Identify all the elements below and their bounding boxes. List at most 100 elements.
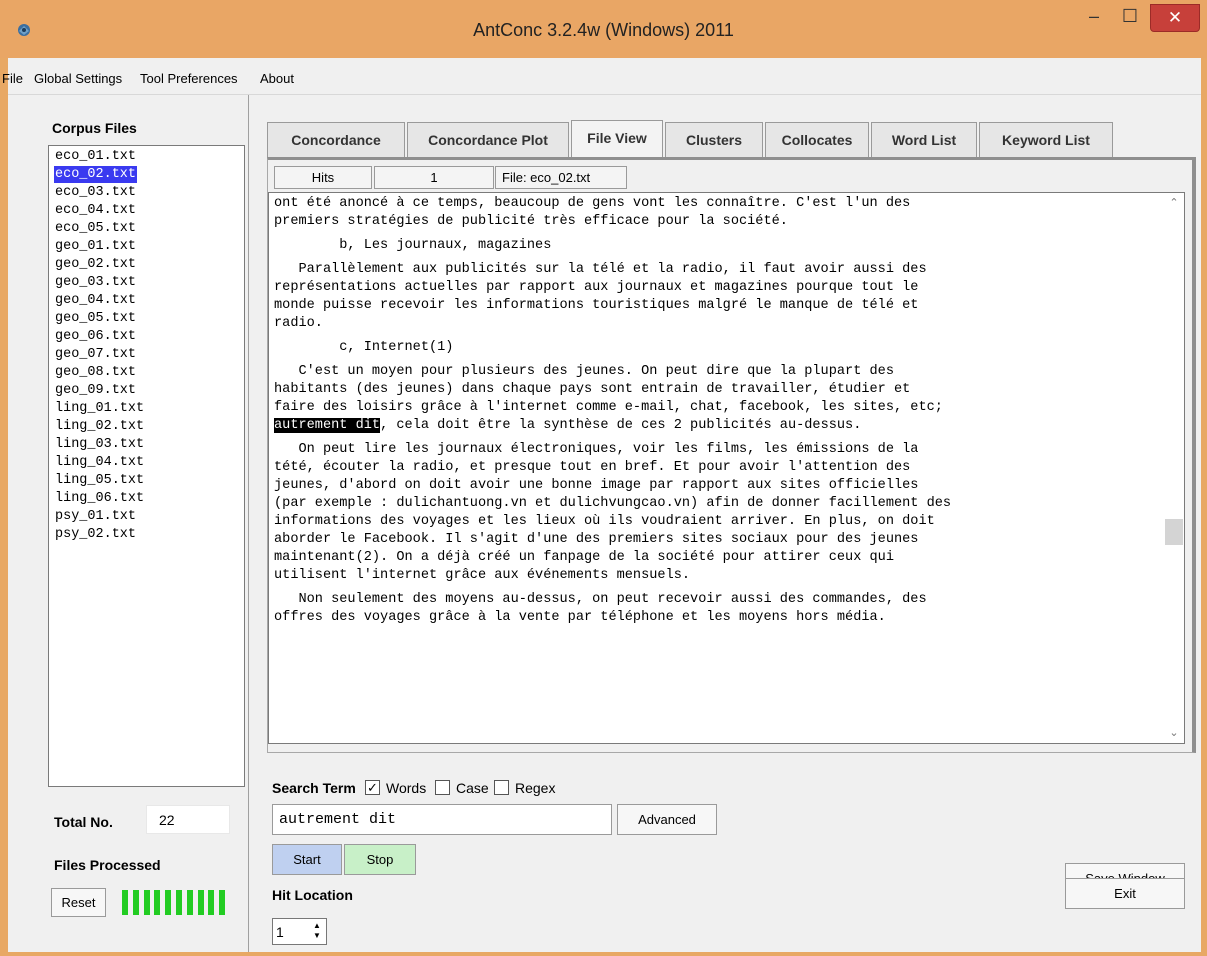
file-text-line: tété, écouter la radio, et presque tout … xyxy=(274,460,911,475)
reset-button[interactable]: Reset xyxy=(51,888,106,917)
window-title: AntConc 3.2.4w (Windows) 2011 xyxy=(473,20,734,40)
start-button[interactable]: Start xyxy=(272,844,342,875)
files-processed-label: Files Processed xyxy=(54,857,161,873)
search-hit-highlight: autrement dit xyxy=(274,418,381,433)
corpus-file-item[interactable]: psy_01.txt xyxy=(54,508,137,525)
words-checkbox[interactable]: ✓ xyxy=(365,780,380,795)
corpus-file-item[interactable]: eco_01.txt xyxy=(54,148,137,165)
progress-segment xyxy=(197,890,204,915)
case-checkbox[interactable] xyxy=(435,780,450,795)
progress-segment xyxy=(219,890,226,915)
file-text-line: habitants (des jeunes) dans chaque pays … xyxy=(274,382,911,397)
file-text-line: c, Internet(1) xyxy=(274,340,454,355)
corpus-file-item[interactable]: geo_04.txt xyxy=(54,292,137,309)
search-term-label: Search Term xyxy=(272,780,356,796)
tab-keyword-list[interactable]: Keyword List xyxy=(979,122,1113,157)
corpus-file-item[interactable]: geo_07.txt xyxy=(54,346,137,363)
corpus-file-item[interactable]: ling_01.txt xyxy=(54,400,145,417)
maximize-icon: ☐ xyxy=(1121,6,1139,26)
menu-about[interactable]: About xyxy=(260,71,294,86)
tab-concordance-plot[interactable]: Concordance Plot xyxy=(407,122,569,157)
regex-label: Regex xyxy=(515,780,556,796)
corpus-file-item[interactable]: eco_04.txt xyxy=(54,202,137,219)
close-button[interactable]: ✕ xyxy=(1150,4,1200,32)
corpus-file-item[interactable]: psy_02.txt xyxy=(54,526,137,543)
minimize-button[interactable]: – xyxy=(1077,4,1111,32)
progress-segment xyxy=(122,890,128,915)
progress-segment xyxy=(176,890,182,915)
title-bar[interactable]: AntConc 3.2.4w (Windows) 2011 – ☐ ✕ xyxy=(0,0,1207,58)
progress-segment xyxy=(208,890,215,915)
file-text-line: faire des loisirs grâce à l'internet com… xyxy=(274,400,943,415)
scroll-up-icon[interactable]: ⌃ xyxy=(1164,193,1184,213)
tab-collocates[interactable]: Collocates xyxy=(765,122,869,157)
total-no-label: Total No. xyxy=(54,814,113,830)
spinner-arrows-icon[interactable]: ▲ ▼ xyxy=(310,921,324,942)
file-text-line: informations des voyages et les lieux où… xyxy=(274,514,935,529)
file-text-line: offres des voyages grâce à la vente par … xyxy=(274,610,886,625)
maximize-button[interactable]: ☐ xyxy=(1113,4,1147,32)
corpus-panel: Corpus Files eco_01.txt eco_02.txt eco_03.… xyxy=(8,95,249,952)
file-text-line: monde puisse recevoir les informations t… xyxy=(274,298,919,313)
case-label: Case xyxy=(456,780,489,796)
tab-clusters[interactable]: Clusters xyxy=(665,122,763,157)
corpus-file-list[interactable]: eco_01.txt eco_02.txt eco_03.txt eco_04.txt… xyxy=(48,145,245,787)
corpus-file-item[interactable]: geo_08.txt xyxy=(54,364,137,381)
tab-word-list[interactable]: Word List xyxy=(871,122,977,157)
corpus-file-item[interactable]: ling_02.txt xyxy=(54,418,145,435)
file-text-pane[interactable]: ont été anoncé à ce temps, beaucoup de g… xyxy=(268,192,1185,744)
hit-location-spinner[interactable]: 1 ▲ ▼ xyxy=(272,918,327,945)
client-area: File Global Settings Tool Preferences Ab… xyxy=(2,58,1201,952)
corpus-file-item[interactable]: ling_03.txt xyxy=(54,436,145,453)
files-processed-progress xyxy=(122,888,230,917)
hits-label: Hits xyxy=(274,166,372,189)
words-label: Words xyxy=(386,780,427,796)
stop-button[interactable]: Stop xyxy=(344,844,416,875)
file-text-line: Non seulement des moyens au-dessus, on p… xyxy=(274,592,927,607)
corpus-file-item[interactable]: ling_05.txt xyxy=(54,472,145,489)
vertical-scrollbar[interactable]: ⌃ ⌄ xyxy=(1164,193,1184,743)
corpus-file-item[interactable]: ling_04.txt xyxy=(54,454,145,471)
file-text-line: jeunes, d'abord on doit avoir une bonne … xyxy=(274,478,919,493)
progress-segment xyxy=(186,890,193,915)
advanced-button[interactable]: Advanced xyxy=(617,804,717,835)
tab-file-view[interactable]: File View xyxy=(571,120,663,158)
progress-segment xyxy=(154,890,161,915)
file-text-line: C'est un moyen pour plusieurs des jeunes… xyxy=(274,364,894,379)
corpus-file-item[interactable]: geo_01.txt xyxy=(54,238,137,255)
minimize-icon: – xyxy=(1088,6,1099,26)
menu-file[interactable]: File xyxy=(2,71,23,86)
file-text-line: Parallèlement aux publicités sur la télé… xyxy=(274,262,927,277)
scroll-thumb[interactable] xyxy=(1165,519,1183,545)
corpus-file-item[interactable]: ling_06.txt xyxy=(54,490,145,507)
file-text-line: radio. xyxy=(274,316,323,331)
regex-checkbox[interactable] xyxy=(494,780,509,795)
app-window: AntConc 3.2.4w (Windows) 2011 – ☐ ✕ File… xyxy=(0,0,1207,956)
current-file-label: File: eco_02.txt xyxy=(495,166,627,189)
tab-concordance[interactable]: Concordance xyxy=(267,122,405,157)
exit-button[interactable]: Exit xyxy=(1065,878,1185,909)
menu-bar: File Global Settings Tool Preferences Ab… xyxy=(2,58,1201,95)
corpus-file-item[interactable]: geo_06.txt xyxy=(54,328,137,345)
file-text-line: b, Les journaux, magazines xyxy=(274,238,552,253)
corpus-file-item[interactable]: eco_03.txt xyxy=(54,184,137,201)
corpus-file-item[interactable]: geo_09.txt xyxy=(54,382,137,399)
corpus-files-label: Corpus Files xyxy=(52,120,137,136)
corpus-file-item[interactable]: geo_03.txt xyxy=(54,274,137,291)
menu-global-settings[interactable]: Global Settings xyxy=(34,71,122,86)
file-text-line: On peut lire les journaux électroniques,… xyxy=(274,442,919,457)
corpus-file-item[interactable]: eco_02.txt xyxy=(54,166,138,183)
file-text-line: ont été anoncé à ce temps, beaucoup de g… xyxy=(274,196,911,211)
corpus-file-item[interactable]: geo_05.txt xyxy=(54,310,137,327)
file-text-line: représentations actuelles par rapport au… xyxy=(274,280,919,295)
file-text-line: utilisent l'internet grâce aux événement… xyxy=(274,568,691,583)
corpus-file-item[interactable]: eco_05.txt xyxy=(54,220,137,237)
hit-location-value: 1 xyxy=(276,924,284,940)
file-text-line: autrement dit, cela doit être la synthès… xyxy=(274,418,862,433)
scroll-down-icon[interactable]: ⌄ xyxy=(1164,723,1184,743)
file-text-line: aborder le Facebook. Il s'agit d'une des… xyxy=(274,532,919,547)
menu-tool-preferences[interactable]: Tool Preferences xyxy=(140,71,238,86)
search-term-input[interactable]: autrement dit xyxy=(272,804,612,835)
corpus-file-item[interactable]: geo_02.txt xyxy=(54,256,137,273)
file-text-line: (par exemple : dulichantuong.vn et dulic… xyxy=(274,496,952,511)
